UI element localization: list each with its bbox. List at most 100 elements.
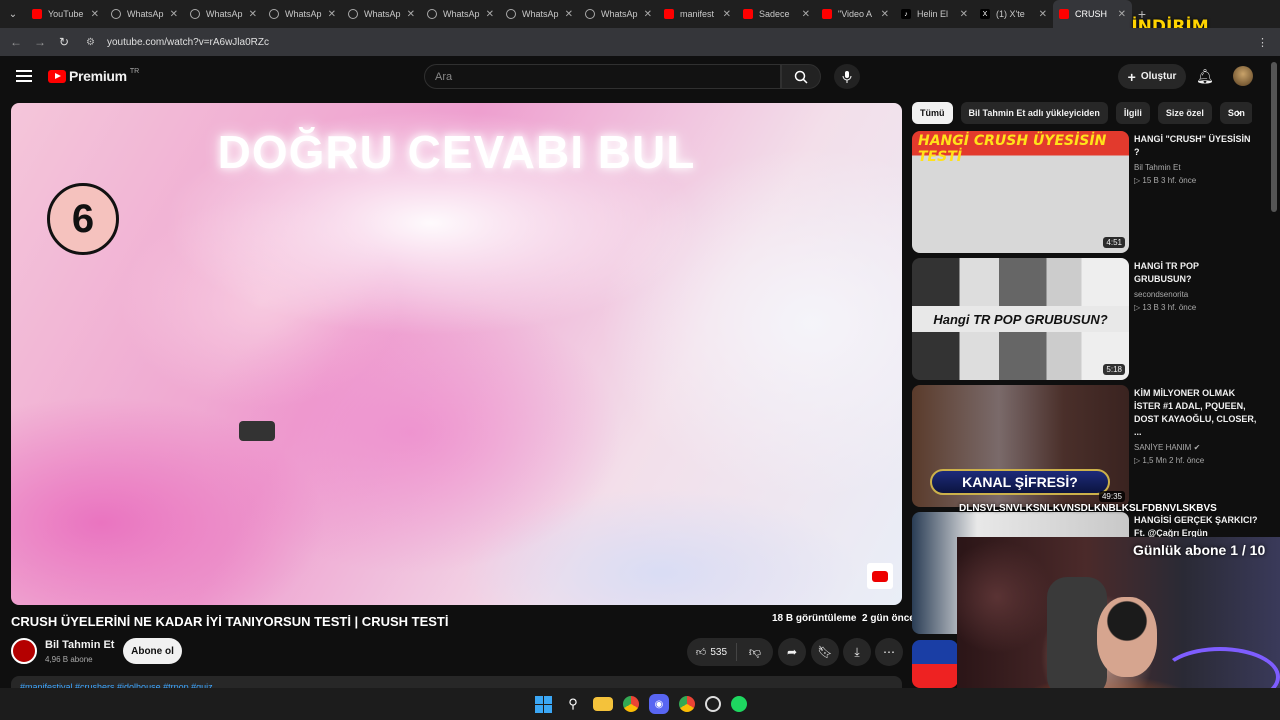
- whatsapp-icon: [348, 9, 358, 19]
- file-explorer-icon[interactable]: [593, 697, 613, 711]
- forward-icon[interactable]: →: [28, 35, 52, 49]
- filter-chip[interactable]: Size özel: [1157, 102, 1212, 124]
- search-input[interactable]: Ara: [424, 64, 781, 89]
- filter-chip[interactable]: Tümü: [912, 102, 953, 124]
- voice-search-button[interactable]: [834, 64, 860, 89]
- browser-tab[interactable]: "Video A ✕: [816, 0, 895, 28]
- filter-chip[interactable]: İlgili: [1115, 102, 1150, 124]
- browser-tab[interactable]: WhatsAp ✕: [421, 0, 500, 28]
- page-scrollbar[interactable]: [1271, 62, 1277, 212]
- recommendation-thumbnail[interactable]: HANGİ CRUSH ÜYESİSİN TESTİ 4:51: [912, 131, 1129, 253]
- thumbs-up-icon: 👍︎: [695, 647, 707, 658]
- create-label: Oluştur: [1140, 71, 1177, 82]
- browser-tab[interactable]: WhatsAp ✕: [263, 0, 342, 28]
- youtube-icon: [664, 9, 674, 19]
- back-icon[interactable]: ←: [4, 35, 28, 49]
- recommendation-item[interactable]: KANAL ŞİFRESİ? 49:35 KİM MİLYONER OLMAK …: [912, 385, 1262, 507]
- video-title: CRUSH ÜYELERİNİ NE KADAR İYİ TANIYORSUN …: [11, 614, 449, 629]
- download-button[interactable]: ⤓: [843, 638, 871, 666]
- view-count: 18 B görüntüleme: [772, 613, 857, 624]
- tab-label: Helin El: [917, 9, 949, 19]
- recommendation-thumbnail[interactable]: KANAL ŞİFRESİ? 49:35: [912, 385, 1129, 507]
- browser-tab[interactable]: X (1) X'te ✕: [974, 0, 1053, 28]
- download-icon: ⤓: [854, 644, 860, 659]
- close-tab-icon[interactable]: ✕: [170, 9, 178, 20]
- browser-tab[interactable]: WhatsAp ✕: [579, 0, 658, 28]
- subscriber-count: 4,96 B abone: [45, 655, 93, 664]
- browser-tab[interactable]: WhatsAp ✕: [500, 0, 579, 28]
- chrome-icon[interactable]: [623, 696, 639, 712]
- recommendation-thumbnail[interactable]: Hangi TR POP GRUBUSUN? 5:18: [912, 258, 1129, 380]
- browser-tab[interactable]: Sadece ✕: [737, 0, 816, 28]
- close-tab-icon[interactable]: ✕: [249, 9, 257, 20]
- recommendation-title[interactable]: KİM MİLYONER OLMAK İSTER #1 ADAL, PQUEEN…: [1134, 387, 1258, 467]
- url-field[interactable]: youtube.com/watch?v=rA6wJla0RZc: [107, 37, 269, 48]
- youtube-premium-logo[interactable]: Premium TR: [48, 68, 139, 84]
- recommendation-item[interactable]: Hangi TR POP GRUBUSUN? 5:18 HANGİ TR POP…: [912, 258, 1262, 380]
- close-tab-icon[interactable]: ✕: [91, 9, 99, 20]
- close-tab-icon[interactable]: ✕: [1039, 9, 1047, 20]
- channel-avatar[interactable]: [11, 638, 37, 664]
- close-tab-icon[interactable]: ✕: [328, 9, 336, 20]
- filter-chip[interactable]: Bil Tahmin Et adlı yükleyiciden: [960, 102, 1108, 124]
- tab-label: WhatsAp: [522, 9, 559, 19]
- video-player[interactable]: DOĞRU CEVABI BUL 6: [11, 103, 902, 605]
- close-tab-icon[interactable]: ✕: [565, 9, 573, 20]
- search-icon[interactable]: ⚲: [563, 694, 583, 714]
- dislike-button[interactable]: 👎︎: [737, 645, 773, 660]
- tab-label: WhatsAp: [285, 9, 322, 19]
- tab-label: "Video A: [838, 9, 873, 19]
- user-avatar[interactable]: [1233, 66, 1253, 86]
- tab-label: Sadece: [759, 9, 790, 19]
- chrome-profile-icon[interactable]: [679, 696, 695, 712]
- close-tab-icon[interactable]: ✕: [486, 9, 494, 20]
- browser-tab[interactable]: WhatsAp ✕: [105, 0, 184, 28]
- close-tab-icon[interactable]: ✕: [802, 9, 810, 20]
- recommendation-thumbnail[interactable]: [912, 640, 958, 688]
- like-button[interactable]: 👍︎ 535: [687, 643, 737, 661]
- whatsapp-icon: [269, 9, 279, 19]
- obs-icon[interactable]: [705, 696, 721, 712]
- share-button[interactable]: ➦: [778, 638, 806, 666]
- windows-start-icon[interactable]: [533, 694, 553, 714]
- subscribe-watermark-icon[interactable]: [867, 563, 893, 589]
- recommendation-channel[interactable]: Bil Tahmin Et: [1134, 161, 1258, 174]
- site-info-icon[interactable]: ⚙: [86, 37, 95, 48]
- tab-search-menu[interactable]: ⌄: [0, 0, 26, 28]
- create-button[interactable]: + Oluştur: [1118, 64, 1186, 89]
- notifications-bell-icon[interactable]: 🔔︎: [1196, 68, 1214, 85]
- spotify-icon[interactable]: [731, 696, 747, 712]
- filter-chips: Tümü Bil Tahmin Et adlı yükleyiciden İlgil…: [912, 102, 1252, 124]
- channel-label: SANİYE HANIM: [1134, 443, 1192, 452]
- recommendation-channel[interactable]: secondsenorita: [1134, 288, 1258, 301]
- close-tab-icon[interactable]: ✕: [407, 9, 415, 20]
- discord-icon[interactable]: ◉: [649, 694, 669, 714]
- browser-tab[interactable]: YouTube ✕: [26, 0, 105, 28]
- browser-tab[interactable]: manifest ✕: [658, 0, 737, 28]
- menu-icon[interactable]: [16, 70, 32, 82]
- recommendation-channel[interactable]: SANİYE HANIM ✔: [1134, 441, 1258, 454]
- tab-label: WhatsAp: [601, 9, 638, 19]
- search-button[interactable]: [781, 64, 821, 89]
- close-tab-icon[interactable]: ✕: [723, 9, 731, 20]
- close-tab-icon[interactable]: ✕: [960, 9, 968, 20]
- recommendation-title[interactable]: HANGİ TR POP GRUBUSUN? secondsenorita ▷ …: [1134, 260, 1258, 314]
- close-tab-icon[interactable]: ✕: [644, 9, 652, 20]
- video-image-fragment: [239, 421, 275, 441]
- save-button[interactable]: 🔖︎: [811, 638, 839, 666]
- browser-tab[interactable]: WhatsAp ✕: [342, 0, 421, 28]
- chevron-right-icon[interactable]: ›: [1236, 104, 1241, 120]
- reload-icon[interactable]: ↻: [52, 35, 76, 49]
- recommendation-title[interactable]: HANGİ "CRUSH" ÜYESİSİN ? Bil Tahmin Et ▷…: [1134, 133, 1258, 187]
- close-tab-icon[interactable]: ✕: [881, 9, 889, 20]
- recommendation-item[interactable]: HANGİ CRUSH ÜYESİSİN TESTİ 4:51 HANGİ "C…: [912, 131, 1262, 253]
- browser-tab[interactable]: ♪ Helin El ✕: [895, 0, 974, 28]
- logo-text: Premium: [69, 68, 127, 84]
- more-actions-button[interactable]: ⋯: [875, 638, 903, 666]
- youtube-icon: [743, 9, 753, 19]
- browser-tab[interactable]: WhatsAp ✕: [184, 0, 263, 28]
- subscribe-button[interactable]: Abone ol: [123, 638, 182, 664]
- like-dislike-group: 👍︎ 535 👎︎: [687, 638, 773, 666]
- channel-name[interactable]: Bil Tahmin Et: [45, 639, 114, 651]
- browser-menu-icon[interactable]: ⋮: [1257, 36, 1268, 49]
